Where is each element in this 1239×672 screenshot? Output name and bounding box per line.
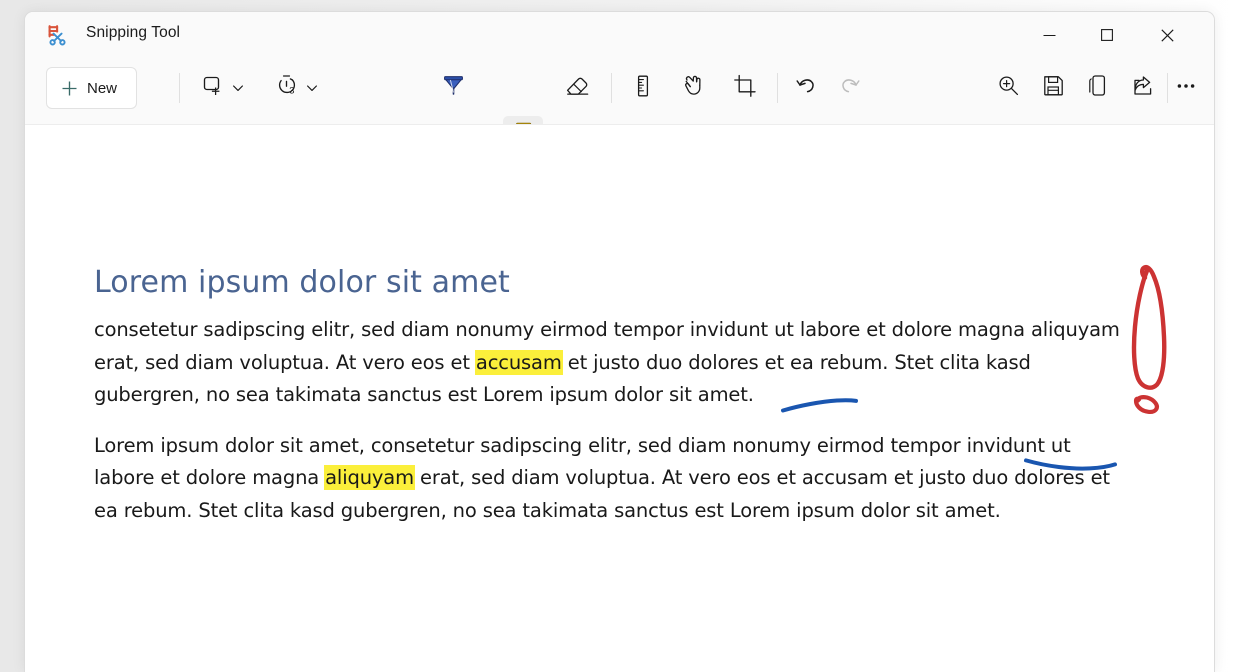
- minimize-icon: [1043, 34, 1055, 36]
- more-options-button[interactable]: [1166, 68, 1206, 108]
- touch-writing-button[interactable]: [674, 68, 714, 108]
- new-button-label: New: [87, 79, 118, 97]
- document-heading: Lorem ipsum dolor sit amet: [94, 265, 510, 300]
- ballpoint-pen-button[interactable]: [433, 68, 473, 108]
- ruler-button[interactable]: [623, 68, 663, 108]
- plus-icon: [62, 81, 77, 95]
- highlight-aliquyam: aliquyam: [325, 466, 414, 489]
- zoom-button[interactable]: [988, 68, 1028, 108]
- snipping-tool-window: Snipping Tool New 3 Lorem ipsum dolor si…: [24, 11, 1215, 672]
- copy-button[interactable]: [1078, 68, 1118, 108]
- snip-canvas[interactable]: Lorem ipsum dolor sit amet consetetur sa…: [25, 124, 1214, 672]
- crop-button[interactable]: [725, 68, 765, 108]
- snipping-tool-icon: [43, 22, 69, 48]
- eraser-icon: [564, 72, 591, 104]
- redo-button[interactable]: [830, 68, 870, 108]
- crop-icon: [732, 73, 758, 104]
- window-title: Snipping Tool: [86, 24, 181, 41]
- toolbar-separator: [777, 73, 778, 103]
- toolbar: New 3: [25, 58, 1214, 167]
- undo-button[interactable]: [785, 68, 825, 108]
- touch-writing-icon: [681, 72, 708, 104]
- undo-icon: [792, 72, 819, 104]
- redo-icon: [837, 72, 864, 104]
- snip-mode-button[interactable]: [197, 68, 248, 108]
- save-icon: [1041, 73, 1066, 103]
- maximize-icon: [1101, 29, 1113, 41]
- ballpoint-pen-icon: [440, 72, 467, 104]
- new-button[interactable]: New: [46, 67, 138, 109]
- red-exclamation-mark-ink: [1131, 264, 1167, 415]
- delay-button[interactable]: 3: [270, 68, 322, 108]
- save-button[interactable]: [1033, 68, 1073, 108]
- zoom-in-icon: [996, 73, 1021, 103]
- ruler-icon: [630, 73, 656, 104]
- copy-icon: [1086, 73, 1111, 103]
- paragraph-1: consetetur sadipscing elitr, sed diam no…: [94, 314, 1134, 412]
- paragraph-2: Lorem ipsum dolor sit amet, consetetur s…: [94, 430, 1134, 528]
- toolbar-separator: [179, 73, 180, 103]
- close-button[interactable]: [1144, 12, 1190, 58]
- chevron-down-icon: [232, 82, 244, 94]
- rectangle-snip-icon: [201, 74, 225, 103]
- share-button[interactable]: [1123, 68, 1163, 108]
- minimize-button[interactable]: [1026, 12, 1072, 58]
- title-bar: Snipping Tool: [25, 12, 1214, 58]
- delay-value: 3: [289, 84, 294, 95]
- toolbar-separator: [611, 73, 612, 103]
- chevron-down-icon: [306, 82, 318, 94]
- eraser-button[interactable]: [557, 68, 597, 108]
- ellipsis-icon: [1174, 74, 1198, 103]
- timer-icon: 3: [274, 73, 299, 103]
- close-icon: [1160, 28, 1174, 42]
- highlight-accusam: accusam: [475, 350, 562, 374]
- maximize-button[interactable]: [1084, 12, 1130, 58]
- share-icon: [1131, 73, 1156, 103]
- document-content: Lorem ipsum dolor sit amet consetetur sa…: [94, 265, 1134, 527]
